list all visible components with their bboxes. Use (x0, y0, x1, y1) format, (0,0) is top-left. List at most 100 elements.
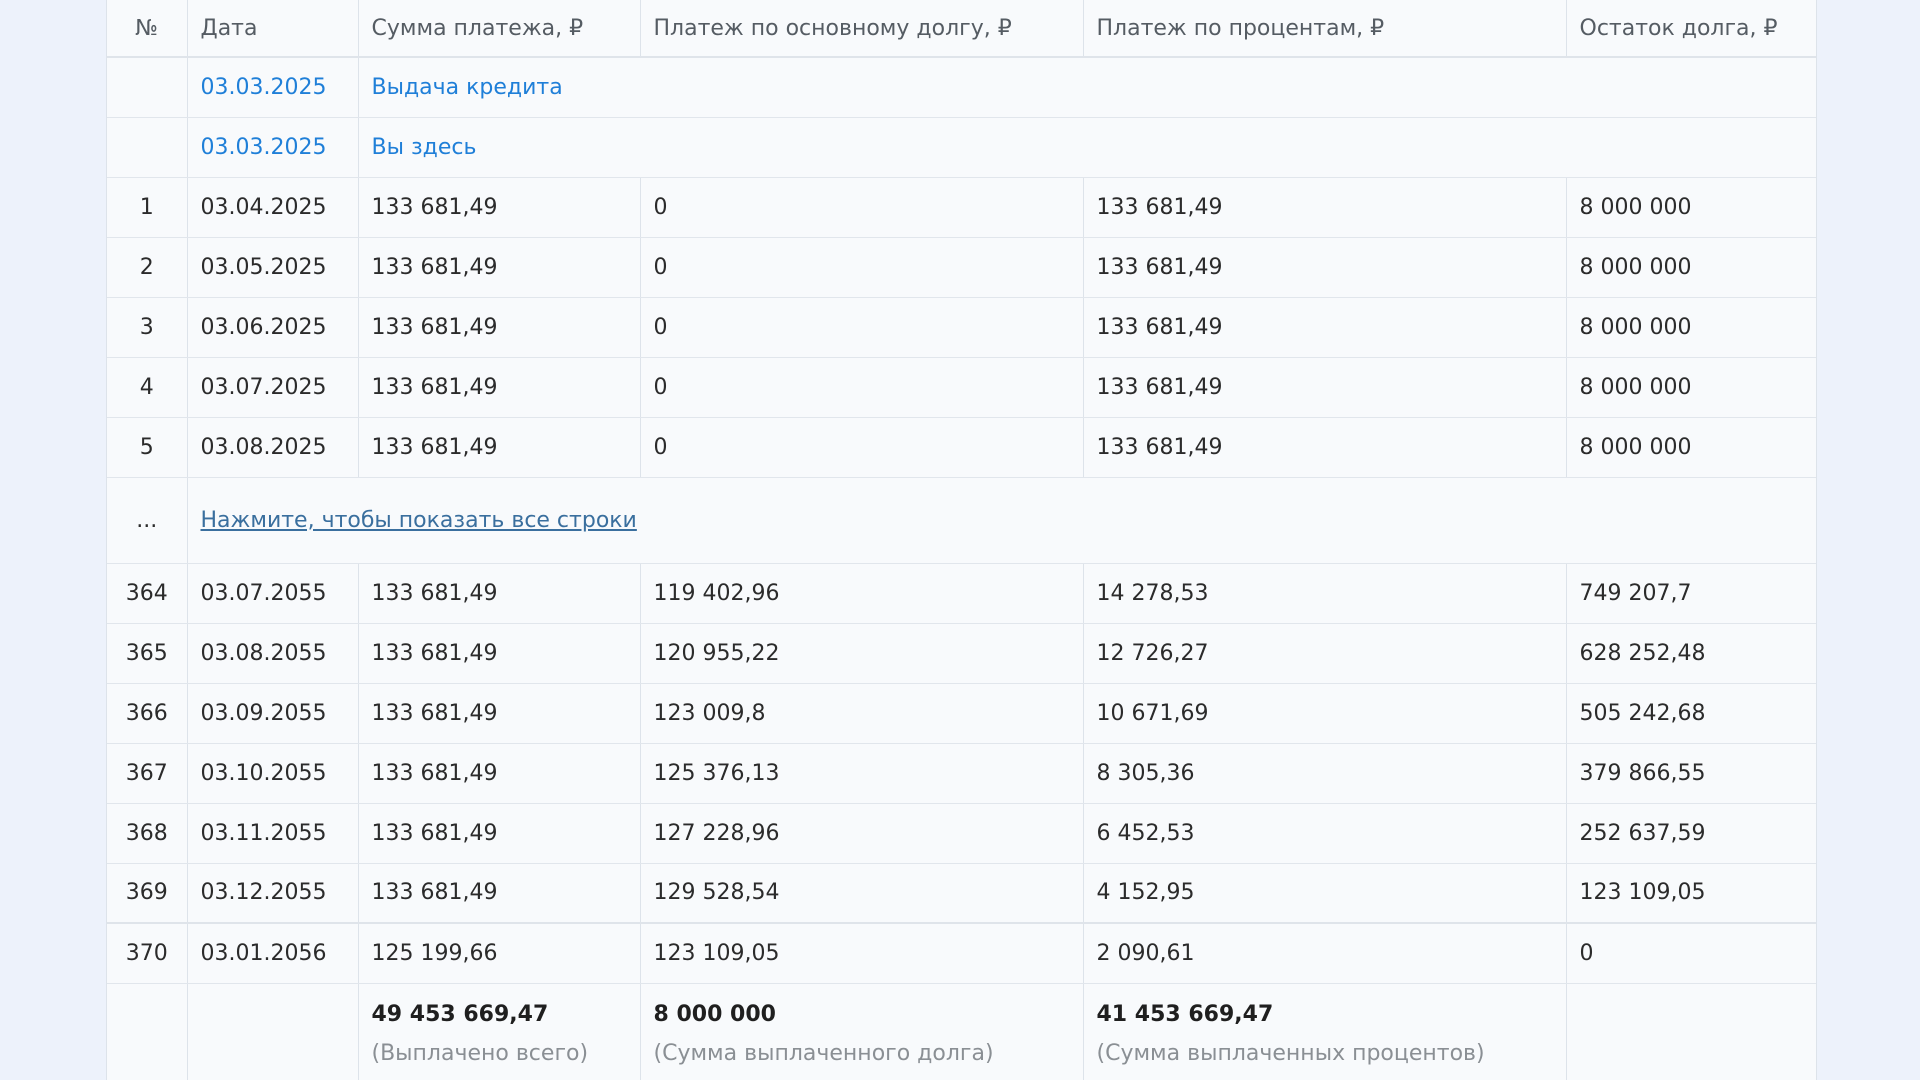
interest-payment: 8 305,36 (1082, 743, 1566, 804)
show-more-row: ... Нажмите, чтобы показать все строки (107, 477, 1816, 564)
payment-number: 370 (107, 922, 187, 984)
payment-amount: 133 681,49 (357, 357, 640, 418)
payment-amount: 133 681,49 (357, 563, 640, 624)
interest-payment: 4 152,95 (1082, 863, 1566, 924)
table-row: 364 03.07.2055 133 681,49 119 402,96 14 278,… (107, 563, 1816, 624)
table-row: 366 03.09.2055 133 681,49 123 009,8 10 671,6… (107, 683, 1816, 744)
principal-payment: 127 228,96 (639, 803, 1083, 864)
remaining-debt: 8 000 000 (1565, 177, 1816, 238)
payment-number: 368 (107, 803, 187, 864)
remaining-debt: 749 207,7 (1565, 563, 1816, 624)
principal-payment: 0 (639, 417, 1083, 478)
show-more-cell: Нажмите, чтобы показать все строки (186, 477, 1816, 564)
interest-payment: 12 726,27 (1082, 623, 1566, 684)
show-all-rows-link[interactable]: Нажмите, чтобы показать все строки (201, 508, 637, 533)
show-more-ellipsis: ... (107, 477, 187, 564)
table-row: 368 03.11.2055 133 681,49 127 228,96 6 452,5… (107, 803, 1816, 864)
table-row: 370 03.01.2056 125 199,66 123 109,05 2 090,6… (107, 922, 1816, 984)
interest-payment: 133 681,49 (1082, 177, 1566, 238)
payment-date: 03.09.2055 (186, 683, 358, 744)
payment-amount: 133 681,49 (357, 863, 640, 924)
payment-date: 03.08.2055 (186, 623, 358, 684)
table-header-row: № Дата Сумма платежа, ₽ Платеж по основн… (107, 0, 1816, 58)
table-row: 4 03.07.2025 133 681,49 0 133 681,49 8 000 00… (107, 357, 1816, 418)
interest-payment: 133 681,49 (1082, 417, 1566, 478)
total-interest-note: (Сумма выплаченных процентов) (1096, 1040, 1485, 1066)
remaining-debt: 8 000 000 (1565, 237, 1816, 298)
event-date: 03.03.2025 (186, 57, 358, 118)
total-paid-note: (Выплачено всего) (371, 1040, 589, 1066)
total-principal-cell: 8 000 000 (Сумма выплаченного долга) (639, 983, 1083, 1080)
payment-amount: 125 199,66 (357, 922, 640, 984)
principal-payment: 120 955,22 (639, 623, 1083, 684)
remaining-debt: 379 866,55 (1565, 743, 1816, 804)
totals-empty-cell (1565, 983, 1816, 1080)
event-number-cell (107, 117, 187, 178)
payment-date: 03.07.2055 (186, 563, 358, 624)
event-label: Выдача кредита (357, 57, 1816, 118)
table-row: 369 03.12.2055 133 681,49 129 528,54 4 152,9… (107, 863, 1816, 924)
header-date: Дата (186, 0, 358, 58)
table-row: 367 03.10.2055 133 681,49 125 376,13 8 305,3… (107, 743, 1816, 804)
principal-payment: 0 (639, 297, 1083, 358)
payment-number: 4 (107, 357, 187, 418)
payment-date: 03.07.2025 (186, 357, 358, 418)
payment-number: 369 (107, 863, 187, 924)
payment-amount: 133 681,49 (357, 177, 640, 238)
remaining-debt: 0 (1565, 922, 1816, 984)
interest-payment: 133 681,49 (1082, 357, 1566, 418)
total-principal-value: 8 000 000 (653, 1001, 776, 1027)
payment-date: 03.10.2055 (186, 743, 358, 804)
event-number-cell (107, 57, 187, 118)
header-interest-payment: Платеж по процентам, ₽ (1082, 0, 1566, 58)
event-date: 03.03.2025 (186, 117, 358, 178)
principal-payment: 123 009,8 (639, 683, 1083, 744)
table-row: 3 03.06.2025 133 681,49 0 133 681,49 8 000 00… (107, 297, 1816, 358)
event-row-loan-issued: 03.03.2025 Выдача кредита (107, 57, 1816, 118)
remaining-debt: 8 000 000 (1565, 357, 1816, 418)
totals-row: 49 453 669,47 (Выплачено всего) 8 000 00… (107, 983, 1816, 1080)
payment-number: 366 (107, 683, 187, 744)
total-paid-cell: 49 453 669,47 (Выплачено всего) (357, 983, 640, 1080)
principal-payment: 0 (639, 357, 1083, 418)
remaining-debt: 628 252,48 (1565, 623, 1816, 684)
table-row: 1 03.04.2025 133 681,49 0 133 681,49 8 000 00… (107, 177, 1816, 238)
remaining-debt: 505 242,68 (1565, 683, 1816, 744)
event-row-you-are-here: 03.03.2025 Вы здесь (107, 117, 1816, 178)
payment-amount: 133 681,49 (357, 297, 640, 358)
total-paid-value: 49 453 669,47 (371, 1001, 549, 1027)
total-principal-note: (Сумма выплаченного долга) (653, 1040, 994, 1066)
payment-number: 364 (107, 563, 187, 624)
interest-payment: 6 452,53 (1082, 803, 1566, 864)
principal-payment: 119 402,96 (639, 563, 1083, 624)
totals-empty-cell (107, 983, 187, 1080)
header-payment-amount: Сумма платежа, ₽ (357, 0, 640, 58)
interest-payment: 14 278,53 (1082, 563, 1566, 624)
header-number: № (107, 0, 187, 58)
payment-number: 2 (107, 237, 187, 298)
payment-amount: 133 681,49 (357, 623, 640, 684)
payment-number: 5 (107, 417, 187, 478)
remaining-debt: 8 000 000 (1565, 297, 1816, 358)
interest-payment: 133 681,49 (1082, 237, 1566, 298)
payment-schedule-table: № Дата Сумма платежа, ₽ Платеж по основн… (107, 0, 1816, 1080)
total-interest-value: 41 453 669,47 (1096, 1001, 1274, 1027)
payment-date: 03.11.2055 (186, 803, 358, 864)
payment-number: 367 (107, 743, 187, 804)
payment-amount: 133 681,49 (357, 417, 640, 478)
interest-payment: 2 090,61 (1082, 922, 1566, 984)
table-row: 365 03.08.2055 133 681,49 120 955,22 12 726,… (107, 623, 1816, 684)
table-row: 5 03.08.2025 133 681,49 0 133 681,49 8 000 00… (107, 417, 1816, 478)
payment-date: 03.06.2025 (186, 297, 358, 358)
interest-payment: 10 671,69 (1082, 683, 1566, 744)
payment-amount: 133 681,49 (357, 683, 640, 744)
principal-payment: 129 528,54 (639, 863, 1083, 924)
remaining-debt: 123 109,05 (1565, 863, 1816, 924)
total-interest-cell: 41 453 669,47 (Сумма выплаченных процент… (1082, 983, 1566, 1080)
payment-number: 3 (107, 297, 187, 358)
interest-payment: 133 681,49 (1082, 297, 1566, 358)
payment-date: 03.08.2025 (186, 417, 358, 478)
table-row: 2 03.05.2025 133 681,49 0 133 681,49 8 000 00… (107, 237, 1816, 298)
header-remaining-debt: Остаток долга, ₽ (1565, 0, 1816, 58)
header-principal-payment: Платеж по основному долгу, ₽ (639, 0, 1083, 58)
